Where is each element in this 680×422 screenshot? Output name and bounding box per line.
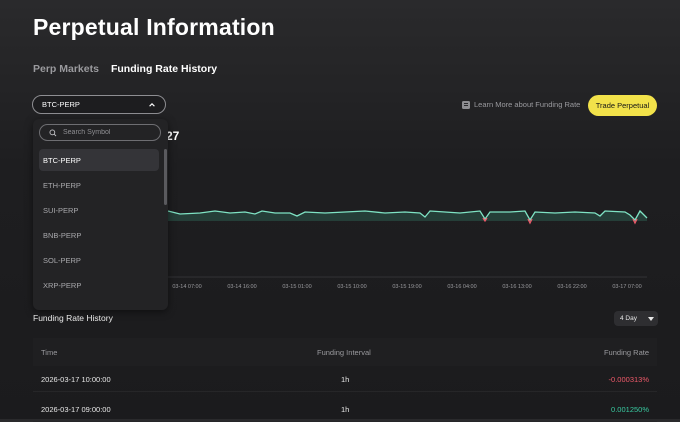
symbol-select[interactable]: BTC-PERP — [32, 95, 166, 114]
dropdown-item-bnb-perp[interactable]: BNB-PERP — [39, 224, 159, 246]
trade-perpetual-button[interactable]: Trade Perpetual — [588, 95, 657, 116]
symbol-select-value: BTC-PERP — [42, 100, 80, 109]
x-tick-label: 03-15 10:00 — [337, 284, 367, 290]
history-title: Funding Rate History — [33, 313, 113, 323]
x-tick-label: 03-14 07:00 — [172, 284, 202, 290]
x-tick-label: 03-15 19:00 — [392, 284, 422, 290]
chart-series-line — [167, 209, 648, 222]
dropdown-item-eth-perp[interactable]: ETH-PERP — [39, 174, 159, 196]
chart-negative-segment — [527, 218, 533, 225]
range-select-value: 4 Day — [620, 315, 637, 322]
dropdown-item-btc-perp[interactable]: BTC-PERP — [39, 149, 159, 171]
chart-header: 27 — [166, 129, 180, 143]
dropdown-item-sol-perp[interactable]: SOL-PERP — [39, 249, 159, 271]
search-icon — [49, 129, 57, 136]
learn-more-link[interactable]: Learn More about Funding Rate — [462, 100, 580, 109]
chevron-up-icon — [149, 102, 155, 107]
search-input[interactable] — [63, 129, 153, 136]
x-tick-label: 03-17 07:00 — [612, 284, 642, 290]
column-time: Time — [41, 348, 58, 357]
column-rate: Funding Rate — [603, 348, 649, 357]
dropdown-item-xrp-perp[interactable]: XRP-PERP — [39, 274, 159, 296]
row-time: 2026-03-17 10:00:00 — [41, 375, 111, 384]
column-interval: Funding Interval — [317, 348, 371, 357]
table-row: 2026-03-17 10:00:00 1h -0.000313% — [33, 366, 657, 392]
x-tick-label: 03-15 01:00 — [282, 284, 312, 290]
table-row: 2026-03-17 09:00:00 1h 0.001250% — [33, 396, 657, 422]
search-box — [39, 124, 161, 141]
dropdown-scrollbar[interactable] — [164, 149, 167, 205]
page-title: Perpetual Information — [33, 14, 275, 40]
table-header: Time Funding Interval Funding Rate — [33, 338, 657, 366]
row-rate: 0.001250% — [611, 405, 649, 414]
row-interval: 1h — [341, 375, 350, 384]
x-tick-label: 03-16 22:00 — [557, 284, 587, 290]
document-icon — [462, 100, 470, 109]
tab-funding-rate-history[interactable]: Funding Rate History — [111, 63, 217, 75]
chart-negative-segment — [482, 217, 488, 223]
tab-perp-markets[interactable]: Perp Markets — [33, 63, 99, 75]
row-interval: 1h — [341, 405, 350, 414]
chart-negative-segment — [632, 218, 638, 225]
caret-down-icon — [647, 316, 654, 321]
range-select[interactable]: 4 Day — [614, 311, 658, 326]
chart-area-fill — [168, 211, 647, 221]
x-tick-label: 03-16 13:00 — [502, 284, 532, 290]
dropdown-item-sui-perp[interactable]: SUI-PERP — [39, 199, 159, 221]
learn-more-label: Learn More about Funding Rate — [474, 100, 581, 109]
row-time: 2026-03-17 09:00:00 — [41, 405, 111, 414]
x-tick-label: 03-14 16:00 — [227, 284, 257, 290]
row-rate: -0.000313% — [608, 375, 649, 384]
tab-bar: Perp Markets Funding Rate History — [33, 63, 217, 75]
symbol-dropdown: BTC-PERP ETH-PERP SUI-PERP BNB-PERP SOL-… — [33, 119, 168, 310]
x-tick-label: 03-16 04:00 — [447, 284, 477, 290]
